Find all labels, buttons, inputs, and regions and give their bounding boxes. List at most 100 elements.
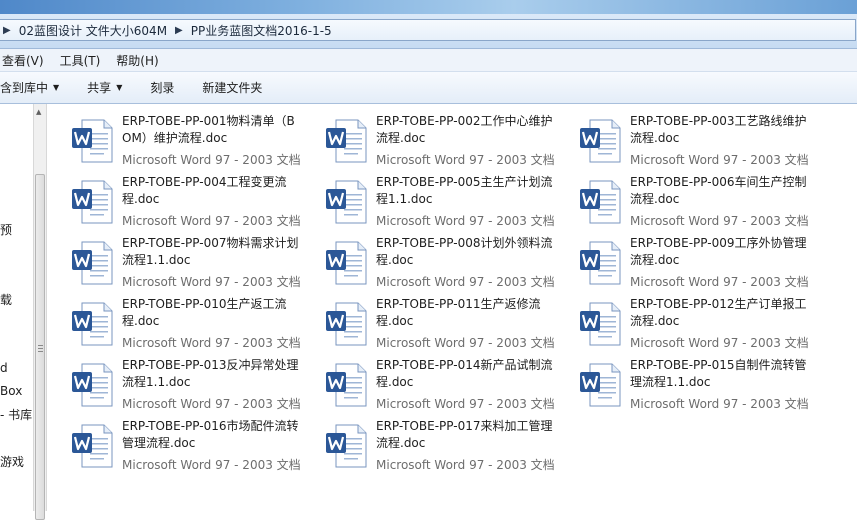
file-name: ERP-TOBE-PP-004工程变更流程.doc xyxy=(122,175,287,206)
file-item[interactable]: ERP-TOBE-PP-017来料加工管理流程.doc Microsoft Wor… xyxy=(302,415,555,473)
grip-icon xyxy=(38,345,43,346)
file-item[interactable]: ERP-TOBE-PP-012生产订单报工流程.doc Microsoft Wor… xyxy=(556,293,809,351)
file-type: Microsoft Word 97 - 2003 文档 xyxy=(122,275,301,289)
breadcrumb-item-pp-docs[interactable]: PP业务蓝图文档2016-1-5 xyxy=(187,22,336,39)
share-button[interactable]: 共享 ▼ xyxy=(73,79,136,96)
word-document-icon xyxy=(326,241,367,285)
navigation-pane[interactable]: 预 载 d Box - 书库 游戏 xyxy=(0,104,33,511)
file-list: ERP-TOBE-PP-001物料清单（BOM）维护流程.doc Microsof… xyxy=(48,104,857,511)
word-document-icon xyxy=(72,363,113,407)
file-type: Microsoft Word 97 - 2003 文档 xyxy=(122,214,301,228)
file-name: ERP-TOBE-PP-006车间生产控制流程.doc xyxy=(630,175,807,206)
breadcrumb-item-blueprint[interactable]: 02蓝图设计 文件大小604M xyxy=(15,22,171,39)
word-document-icon xyxy=(326,424,367,468)
nav-item[interactable]: d xyxy=(0,361,8,375)
file-item[interactable]: ERP-TOBE-PP-008计划外领料流程.doc Microsoft Word… xyxy=(302,232,555,290)
nav-item[interactable]: 载 xyxy=(0,291,12,308)
word-document-icon xyxy=(580,119,621,163)
file-item[interactable]: ERP-TOBE-PP-007物料需求计划流程1.1.doc Microsoft … xyxy=(48,232,301,290)
word-document-icon xyxy=(72,119,113,163)
file-type: Microsoft Word 97 - 2003 文档 xyxy=(376,214,555,228)
file-name: ERP-TOBE-PP-001物料清单（BOM）维护流程.doc xyxy=(122,114,295,145)
file-type: Microsoft Word 97 - 2003 文档 xyxy=(630,153,809,167)
file-name: ERP-TOBE-PP-016市场配件流转管理流程.doc xyxy=(122,419,299,450)
file-name: ERP-TOBE-PP-005主生产计划流程1.1.doc xyxy=(376,175,553,206)
menu-bar: 查看(V) 工具(T) 帮助(H) xyxy=(0,49,857,72)
word-document-icon xyxy=(72,241,113,285)
word-document-icon xyxy=(326,119,367,163)
nav-item[interactable]: 预 xyxy=(0,221,12,238)
file-item[interactable]: ERP-TOBE-PP-013反冲异常处理流程1.1.doc Microsoft … xyxy=(48,354,301,412)
file-type: Microsoft Word 97 - 2003 文档 xyxy=(376,458,555,472)
menu-tools[interactable]: 工具(T) xyxy=(52,52,109,69)
breadcrumb-separator-icon: ▶ xyxy=(175,24,183,36)
scrollbar-thumb[interactable] xyxy=(35,174,45,520)
file-type: Microsoft Word 97 - 2003 文档 xyxy=(122,153,301,167)
file-item[interactable]: ERP-TOBE-PP-006车间生产控制流程.doc Microsoft Wor… xyxy=(556,171,809,229)
file-type: Microsoft Word 97 - 2003 文档 xyxy=(376,397,555,411)
navigation-scrollbar[interactable]: ▲ xyxy=(33,104,47,520)
file-type: Microsoft Word 97 - 2003 文档 xyxy=(376,336,555,350)
file-item[interactable]: ERP-TOBE-PP-002工作中心维护流程.doc Microsoft Wor… xyxy=(302,110,555,168)
include-in-library-button[interactable]: 含到库中 ▼ xyxy=(0,79,73,96)
file-type: Microsoft Word 97 - 2003 文档 xyxy=(122,336,301,350)
include-in-library-label: 含到库中 xyxy=(0,81,49,95)
file-name: ERP-TOBE-PP-012生产订单报工流程.doc xyxy=(630,297,807,328)
file-type: Microsoft Word 97 - 2003 文档 xyxy=(630,214,809,228)
file-type: Microsoft Word 97 - 2003 文档 xyxy=(376,153,555,167)
word-document-icon xyxy=(72,180,113,224)
scroll-up-icon[interactable]: ▲ xyxy=(36,108,41,116)
file-name: ERP-TOBE-PP-010生产返工流程.doc xyxy=(122,297,287,328)
chevron-down-icon: ▼ xyxy=(53,83,60,92)
share-label: 共享 xyxy=(87,81,112,95)
word-document-icon xyxy=(580,302,621,346)
file-name: ERP-TOBE-PP-009工序外协管理流程.doc xyxy=(630,236,807,267)
word-document-icon xyxy=(580,180,621,224)
file-item[interactable]: ERP-TOBE-PP-005主生产计划流程1.1.doc Microsoft W… xyxy=(302,171,555,229)
file-name: ERP-TOBE-PP-003工艺路线维护流程.doc xyxy=(630,114,807,145)
file-type: Microsoft Word 97 - 2003 文档 xyxy=(630,336,809,350)
word-document-icon xyxy=(72,302,113,346)
file-name: ERP-TOBE-PP-013反冲异常处理流程1.1.doc xyxy=(122,358,299,389)
file-type: Microsoft Word 97 - 2003 文档 xyxy=(630,275,809,289)
file-name: ERP-TOBE-PP-011生产返修流程.doc xyxy=(376,297,541,328)
file-item[interactable]: ERP-TOBE-PP-011生产返修流程.doc Microsoft Word … xyxy=(302,293,555,351)
file-type: Microsoft Word 97 - 2003 文档 xyxy=(630,397,809,411)
window-title-glass xyxy=(0,0,857,14)
file-item[interactable]: ERP-TOBE-PP-004工程变更流程.doc Microsoft Word … xyxy=(48,171,301,229)
file-item[interactable]: ERP-TOBE-PP-016市场配件流转管理流程.doc Microsoft W… xyxy=(48,415,301,473)
word-document-icon xyxy=(580,241,621,285)
file-item[interactable]: ERP-TOBE-PP-009工序外协管理流程.doc Microsoft Wor… xyxy=(556,232,809,290)
command-bar: 含到库中 ▼ 共享 ▼ 刻录 新建文件夹 xyxy=(0,72,857,104)
file-name: ERP-TOBE-PP-017来料加工管理流程.doc xyxy=(376,419,553,450)
word-document-icon xyxy=(326,363,367,407)
word-document-icon xyxy=(326,302,367,346)
file-name: ERP-TOBE-PP-007物料需求计划流程1.1.doc xyxy=(122,236,299,267)
word-document-icon xyxy=(72,424,113,468)
file-item[interactable]: ERP-TOBE-PP-014新产品试制流程.doc Microsoft Word… xyxy=(302,354,555,412)
address-bar: ▶ 02蓝图设计 文件大小604M ▶ PP业务蓝图文档2016-1-5 xyxy=(0,14,857,49)
burn-button[interactable]: 刻录 xyxy=(136,79,188,96)
new-folder-button[interactable]: 新建文件夹 xyxy=(188,79,276,96)
nav-item[interactable]: Box xyxy=(0,384,22,398)
file-item[interactable]: ERP-TOBE-PP-015自制件流转管理流程1.1.doc Microsoft… xyxy=(556,354,809,412)
word-document-icon xyxy=(580,363,621,407)
file-name: ERP-TOBE-PP-015自制件流转管理流程1.1.doc xyxy=(630,358,807,389)
nav-item[interactable]: - 书库 xyxy=(0,406,32,423)
breadcrumb[interactable]: ▶ 02蓝图设计 文件大小604M ▶ PP业务蓝图文档2016-1-5 xyxy=(0,19,856,41)
word-document-icon xyxy=(326,180,367,224)
breadcrumb-separator-icon: ▶ xyxy=(3,24,11,36)
file-item[interactable]: ERP-TOBE-PP-003工艺路线维护流程.doc Microsoft Wor… xyxy=(556,110,809,168)
menu-help[interactable]: 帮助(H) xyxy=(108,52,166,69)
file-name: ERP-TOBE-PP-008计划外领料流程.doc xyxy=(376,236,553,267)
file-item[interactable]: ERP-TOBE-PP-001物料清单（BOM）维护流程.doc Microsof… xyxy=(48,110,301,168)
file-type: Microsoft Word 97 - 2003 文档 xyxy=(376,275,555,289)
file-name: ERP-TOBE-PP-002工作中心维护流程.doc xyxy=(376,114,553,145)
file-item[interactable]: ERP-TOBE-PP-010生产返工流程.doc Microsoft Word … xyxy=(48,293,301,351)
file-name: ERP-TOBE-PP-014新产品试制流程.doc xyxy=(376,358,553,389)
file-type: Microsoft Word 97 - 2003 文档 xyxy=(122,458,301,472)
chevron-down-icon: ▼ xyxy=(116,83,123,92)
file-type: Microsoft Word 97 - 2003 文档 xyxy=(122,397,301,411)
nav-item[interactable]: 游戏 xyxy=(0,453,24,470)
menu-view[interactable]: 查看(V) xyxy=(0,52,52,69)
